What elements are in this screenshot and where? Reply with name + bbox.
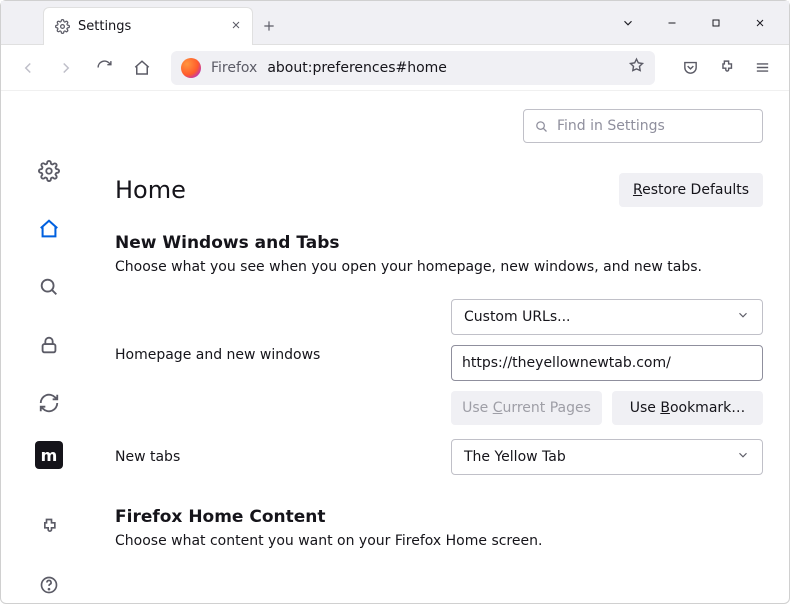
search-icon bbox=[534, 119, 549, 134]
chevron-down-icon bbox=[736, 308, 750, 326]
tabs-dropdown-button[interactable] bbox=[607, 3, 649, 43]
back-button[interactable] bbox=[11, 51, 45, 85]
search-placeholder: Find in Settings bbox=[557, 118, 665, 134]
settings-search-input[interactable]: Find in Settings bbox=[523, 109, 763, 143]
new-tab-button[interactable] bbox=[253, 7, 285, 44]
use-current-pages-button[interactable]: Use Current Pages bbox=[451, 391, 602, 425]
homepage-url-input[interactable] bbox=[451, 345, 763, 381]
nav-toolbar: Firefox about:preferences#home bbox=[1, 45, 789, 91]
minimize-button[interactable] bbox=[651, 3, 693, 43]
newtabs-dropdown[interactable]: The Yellow Tab bbox=[451, 439, 763, 475]
homepage-dropdown-value: Custom URLs... bbox=[464, 309, 571, 325]
menu-icon[interactable] bbox=[745, 51, 779, 85]
restore-defaults-button[interactable]: Restore Defaults bbox=[619, 173, 763, 207]
url-text: about:preferences#home bbox=[267, 60, 618, 76]
reload-button[interactable] bbox=[87, 51, 121, 85]
tab-title: Settings bbox=[78, 19, 222, 34]
forward-button[interactable] bbox=[49, 51, 83, 85]
gear-icon bbox=[54, 19, 70, 35]
browser-tab[interactable]: Settings bbox=[43, 7, 253, 45]
section-new-windows-title: New Windows and Tabs bbox=[115, 233, 763, 253]
settings-sidebar: m bbox=[1, 91, 97, 605]
section-home-content-title: Firefox Home Content bbox=[115, 507, 763, 527]
sidebar-extensions-icon[interactable] bbox=[29, 507, 69, 547]
sidebar-more-icon[interactable]: m bbox=[35, 441, 63, 469]
section-new-windows-desc: Choose what you see when you open your h… bbox=[115, 259, 763, 275]
homepage-label: Homepage and new windows bbox=[115, 299, 451, 363]
bookmark-star-icon[interactable] bbox=[628, 57, 645, 78]
sidebar-search-icon[interactable] bbox=[29, 267, 69, 307]
sidebar-help-icon[interactable] bbox=[29, 565, 69, 605]
pocket-icon[interactable] bbox=[673, 51, 707, 85]
content-area: m Find in Settings Home Restore Defaults… bbox=[1, 91, 789, 605]
chevron-down-icon bbox=[736, 448, 750, 466]
window-controls bbox=[607, 1, 789, 44]
use-bookmark-button[interactable]: Use Bookmark… bbox=[612, 391, 763, 425]
section-home-content-desc: Choose what content you want on your Fir… bbox=[115, 533, 763, 549]
close-window-button[interactable] bbox=[739, 3, 781, 43]
maximize-button[interactable] bbox=[695, 3, 737, 43]
url-brand: Firefox bbox=[211, 60, 257, 76]
homepage-dropdown[interactable]: Custom URLs... bbox=[451, 299, 763, 335]
close-icon[interactable] bbox=[230, 19, 242, 35]
page-title: Home bbox=[115, 176, 186, 204]
sidebar-general-icon[interactable] bbox=[29, 151, 69, 191]
settings-main: Find in Settings Home Restore Defaults N… bbox=[97, 91, 789, 605]
sidebar-home-icon[interactable] bbox=[29, 209, 69, 249]
url-bar[interactable]: Firefox about:preferences#home bbox=[171, 51, 655, 85]
newtabs-label: New tabs bbox=[115, 449, 451, 465]
sidebar-privacy-icon[interactable] bbox=[29, 325, 69, 365]
titlebar: Settings bbox=[1, 1, 789, 45]
newtabs-dropdown-value: The Yellow Tab bbox=[464, 449, 566, 465]
extensions-icon[interactable] bbox=[709, 51, 743, 85]
sidebar-sync-icon[interactable] bbox=[29, 383, 69, 423]
home-button[interactable] bbox=[125, 51, 159, 85]
firefox-icon bbox=[181, 58, 201, 78]
